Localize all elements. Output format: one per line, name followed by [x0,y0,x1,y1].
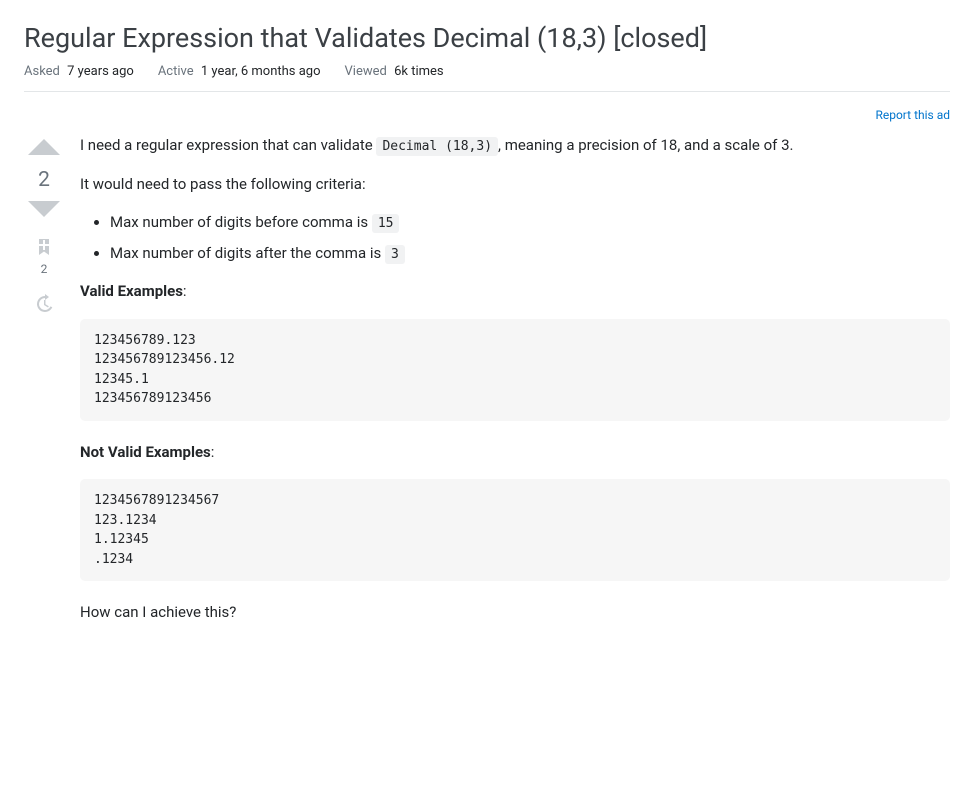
asked-label: Asked [24,64,60,79]
valid-examples-code: 123456789.123 123456789123456.12 12345.1… [80,319,950,421]
active-label: Active [158,64,194,79]
valid-heading: Valid Examples [80,282,183,300]
invalid-examples-code: 1234567891234567 123.1234 1.12345 .1234 [80,479,950,581]
li2-text: Max number of digits after the comma is [110,244,385,262]
vote-column: 2 2 [24,134,64,640]
downvote-button[interactable] [26,198,62,226]
bookmark-button[interactable]: 2 [35,238,53,276]
asked-value: 7 years ago [67,64,134,79]
decimal-code: Decimal (18,3) [376,137,498,156]
paragraph-criteria: It would need to pass the following crit… [80,173,950,196]
bookmark-count: 2 [35,262,53,276]
viewed-label: Viewed [345,64,387,79]
report-ad-link[interactable]: Report this ad [875,108,950,122]
invalid-heading: Not Valid Examples [80,443,211,461]
bookmark-icon [35,241,53,260]
criteria-list: Max number of digits before comma is 15 … [80,211,950,264]
active-meta: Active 1 year, 6 months ago [158,64,321,79]
upvote-icon [26,137,62,159]
post-body: I need a regular expression that can val… [80,134,950,640]
invalid-colon: : [211,443,215,461]
max-after-code: 3 [385,245,405,264]
question-title: Regular Expression that Validates Decima… [24,20,950,56]
history-button[interactable] [34,294,54,318]
valid-heading-row: Valid Examples: [80,280,950,303]
question-meta: Asked 7 years ago Active 1 year, 6 month… [24,64,950,92]
list-item: Max number of digits after the comma is … [110,242,950,265]
downvote-icon [26,201,62,223]
invalid-heading-row: Not Valid Examples: [80,441,950,464]
max-before-code: 15 [372,214,400,233]
viewed-meta: Viewed 6k times [345,64,444,79]
asked-meta: Asked 7 years ago [24,64,134,79]
history-icon [34,299,54,318]
paragraph-intro: I need a regular expression that can val… [80,134,950,157]
intro-text-suffix: , meaning a precision of 18, and a scale… [498,136,793,154]
upvote-button[interactable] [26,134,62,162]
viewed-value: 6k times [394,64,444,79]
active-value: 1 year, 6 months ago [201,64,321,79]
list-item: Max number of digits before comma is 15 [110,211,950,234]
intro-text-prefix: I need a regular expression that can val… [80,136,376,154]
vote-score: 2 [38,164,50,196]
paragraph-how: How can I achieve this? [80,601,950,624]
valid-colon: : [183,282,187,300]
li1-text: Max number of digits before comma is [110,213,372,231]
